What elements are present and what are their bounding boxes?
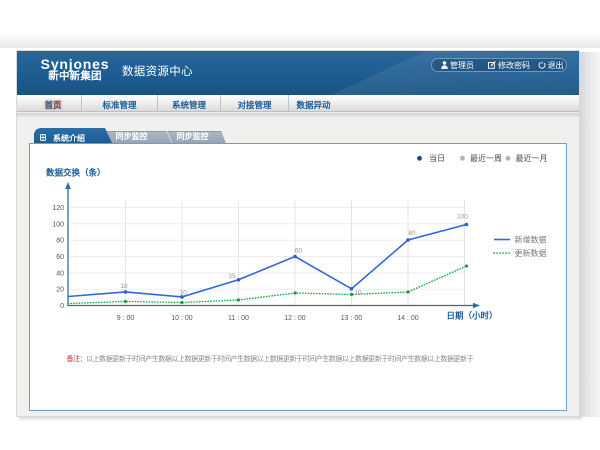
- svg-text:12 : 00: 12 : 00: [284, 315, 306, 322]
- svg-text:0: 0: [60, 303, 64, 310]
- svg-text:最近一月: 最近一月: [515, 153, 547, 163]
- svg-text:10: 10: [179, 290, 187, 297]
- svg-text:11 : 00: 11 : 00: [228, 315, 249, 322]
- svg-text:9 : 00: 9 : 00: [116, 315, 134, 322]
- svg-text:80: 80: [408, 230, 416, 237]
- svg-text:最近一周: 最近一周: [470, 153, 502, 163]
- svg-text:40: 40: [56, 270, 64, 277]
- svg-text:备注：以上数据更新于时间产生数据以上数据更新于时间产生数据以: 备注：以上数据更新于时间产生数据以上数据更新于时间产生数据以上数据更新于时间产生…: [66, 354, 473, 363]
- svg-text:更新数据: 更新数据: [514, 248, 546, 258]
- svg-text:20: 20: [56, 287, 64, 294]
- svg-text:10: 10: [354, 290, 362, 297]
- svg-text:10 : 00: 10 : 00: [171, 315, 193, 322]
- svg-text:80: 80: [56, 238, 64, 245]
- svg-text:新增数据: 新增数据: [514, 235, 546, 245]
- svg-text:100: 100: [457, 214, 468, 221]
- svg-text:数据交换（条）: 数据交换（条）: [46, 168, 106, 178]
- svg-text:当日: 当日: [429, 153, 445, 163]
- svg-text:120: 120: [52, 205, 64, 212]
- svg-text:日期（小时）: 日期（小时）: [446, 311, 497, 321]
- svg-text:13 : 00: 13 : 00: [340, 315, 362, 322]
- svg-text:35: 35: [228, 273, 236, 280]
- svg-text:60: 60: [56, 254, 64, 261]
- svg-text:100: 100: [52, 221, 64, 228]
- svg-text:18: 18: [120, 283, 128, 290]
- svg-text:60: 60: [294, 248, 302, 255]
- svg-text:14 : 00: 14 : 00: [397, 315, 419, 322]
